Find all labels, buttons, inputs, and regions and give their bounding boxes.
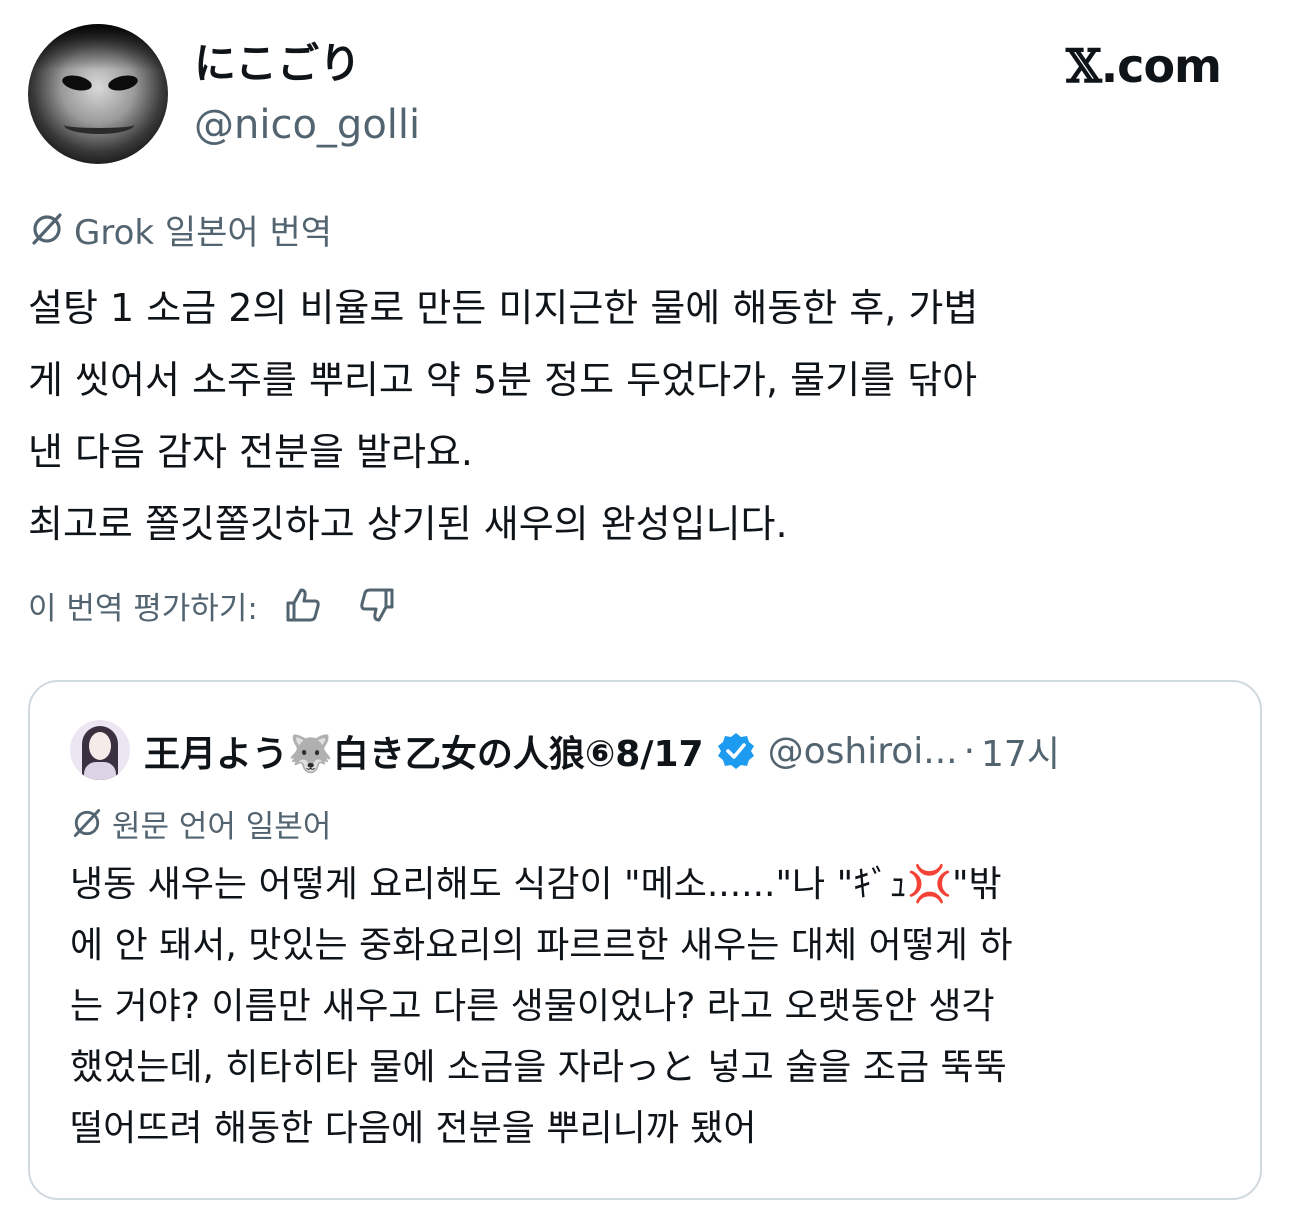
thumbs-down-icon <box>360 588 394 622</box>
avatar-eye-right <box>106 73 140 93</box>
quoted-tweet-line: 에 안 돼서, 맛있는 중화요리의 파르르한 새우는 대체 어떻게 하 <box>70 925 1013 966</box>
tweet-line: 게 씻어서 소주를 뿌리고 약 5분 정도 두었다가, 물기를 닦아 <box>28 358 978 402</box>
quoted-tweet-line: 떨어뜨려 해동한 다음에 전분을 뿌리니까 됐어 <box>70 1108 757 1149</box>
meta-separator: · <box>963 730 976 772</box>
quoted-author-name[interactable]: 王月よう🐺白き乙女の人狼⑥8/17 <box>144 725 704 777</box>
thumbs-down-button[interactable] <box>354 582 400 628</box>
x-logo-icon: 𝕏 <box>1066 39 1102 93</box>
tweet-line: 설탕 1 소금 2의 비율로 만든 미지근한 물에 해동한 후, 가볍 <box>28 286 979 330</box>
tweet-text: 설탕 1 소금 2의 비율로 만든 미지근한 물에 해동한 후, 가볍 게 씻어… <box>28 272 1268 560</box>
avatar-hair <box>28 24 168 70</box>
quoted-author-avatar[interactable] <box>70 720 130 780</box>
grok-icon <box>73 809 101 837</box>
avatar-mouth <box>64 116 134 134</box>
rate-translation: 이 번역 평가하기: <box>28 580 400 630</box>
translation-source[interactable]: Grok 일본어 번역 <box>28 206 333 253</box>
quoted-tweet-line: 냉동 새우는 어떻게 요리해도 식감이 "메소......"나 "ｷﾞｭ💢"밖 <box>70 864 1002 905</box>
avatar-face <box>89 732 111 760</box>
quoted-tweet-text: 냉동 새우는 어떻게 요리해도 식감이 "메소......"나 "ｷﾞｭ💢"밖 … <box>70 854 1240 1159</box>
tweet-line: 낸 다음 감자 전분을 발라요. <box>28 430 473 474</box>
grok-icon <box>32 213 62 245</box>
quoted-tweet-line: 했었는데, 히타히타 물에 소금을 자라っと 넣고 술을 조금 뚝뚝 <box>70 1047 1007 1088</box>
quoted-tweet-header: 王月よう🐺白き乙女の人狼⑥8/17 @oshiroi... · 17시 <box>144 722 1060 780</box>
quoted-tweet-card[interactable]: 王月よう🐺白き乙女の人狼⑥8/17 @oshiroi... · 17시 원문 언… <box>28 680 1262 1200</box>
quoted-author-handle[interactable]: @oshiroi... <box>768 731 958 772</box>
thumbs-up-icon <box>286 588 320 622</box>
thumbs-up-button[interactable] <box>280 582 326 628</box>
brand-domain: .com <box>1100 39 1222 93</box>
original-language: 원문 언어 일본어 <box>70 800 331 846</box>
original-language-label: 원문 언어 일본어 <box>112 808 332 845</box>
verified-badge-icon <box>717 733 754 769</box>
author-handle[interactable]: @nico_golli <box>194 100 420 150</box>
avatar-body <box>84 762 116 780</box>
author-display-name[interactable]: にこごり <box>194 38 361 90</box>
author-avatar[interactable] <box>28 24 168 164</box>
quoted-tweet-line: 는 거야? 이름만 새우고 다른 생물이었나? 라고 오랫동안 생각 <box>70 986 995 1027</box>
rate-translation-label: 이 번역 평가하기: <box>28 590 258 627</box>
quoted-tweet-time[interactable]: 17시 <box>981 725 1060 777</box>
x-com-logo: 𝕏.com <box>1066 38 1222 94</box>
tweet-line: 최고로 쫄깃쫄깃하고 상기된 새우의 완성입니다. <box>28 502 788 546</box>
translation-source-label: Grok 일본어 번역 <box>74 212 333 253</box>
avatar-eye-left <box>60 73 94 93</box>
